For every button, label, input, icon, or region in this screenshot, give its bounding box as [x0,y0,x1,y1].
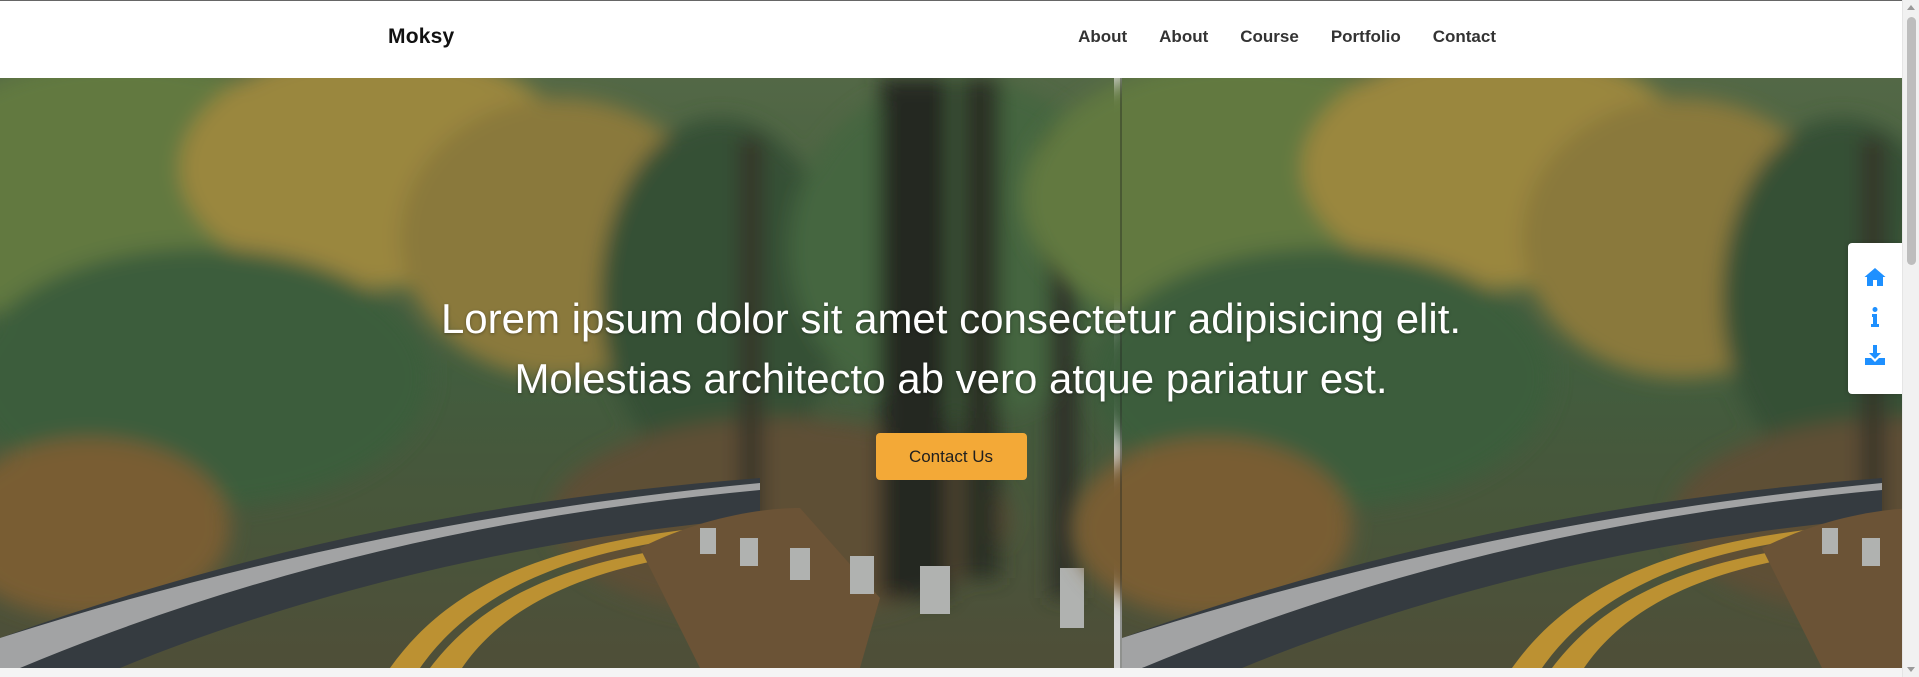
info-icon[interactable] [1863,305,1887,329]
hero-headline-line-2: Molestias architecto ab vero atque paria… [514,355,1388,402]
page-scrollbar[interactable] [1902,0,1919,677]
nav-link-portfolio[interactable]: Portfolio [1331,27,1401,47]
contact-us-button[interactable]: Contact Us [875,433,1027,480]
nav-link-about-2[interactable]: About [1159,27,1208,47]
scroll-thumb[interactable] [1907,17,1916,265]
nav-link-about[interactable]: About [1078,27,1127,47]
hero-headline-line-1: Lorem ipsum dolor sit amet consectetur a… [440,295,1462,342]
top-navbar: Moksy About About Course Portfolio Conta… [0,0,1902,78]
scroll-up-icon[interactable] [1907,5,1915,10]
nav-link-contact[interactable]: Contact [1433,27,1496,47]
scroll-down-icon[interactable] [1907,667,1915,672]
nav-links: About About Course Portfolio Contact [1078,27,1496,47]
home-icon[interactable] [1863,265,1887,289]
side-quick-dock [1848,243,1902,394]
brand-logo[interactable]: Moksy [388,25,454,49]
hero-content: Lorem ipsum dolor sit amet consectetur a… [0,289,1902,480]
hero-section: Lorem ipsum dolor sit amet consectetur a… [0,78,1902,668]
download-icon[interactable] [1863,343,1887,367]
nav-link-course[interactable]: Course [1240,27,1299,47]
